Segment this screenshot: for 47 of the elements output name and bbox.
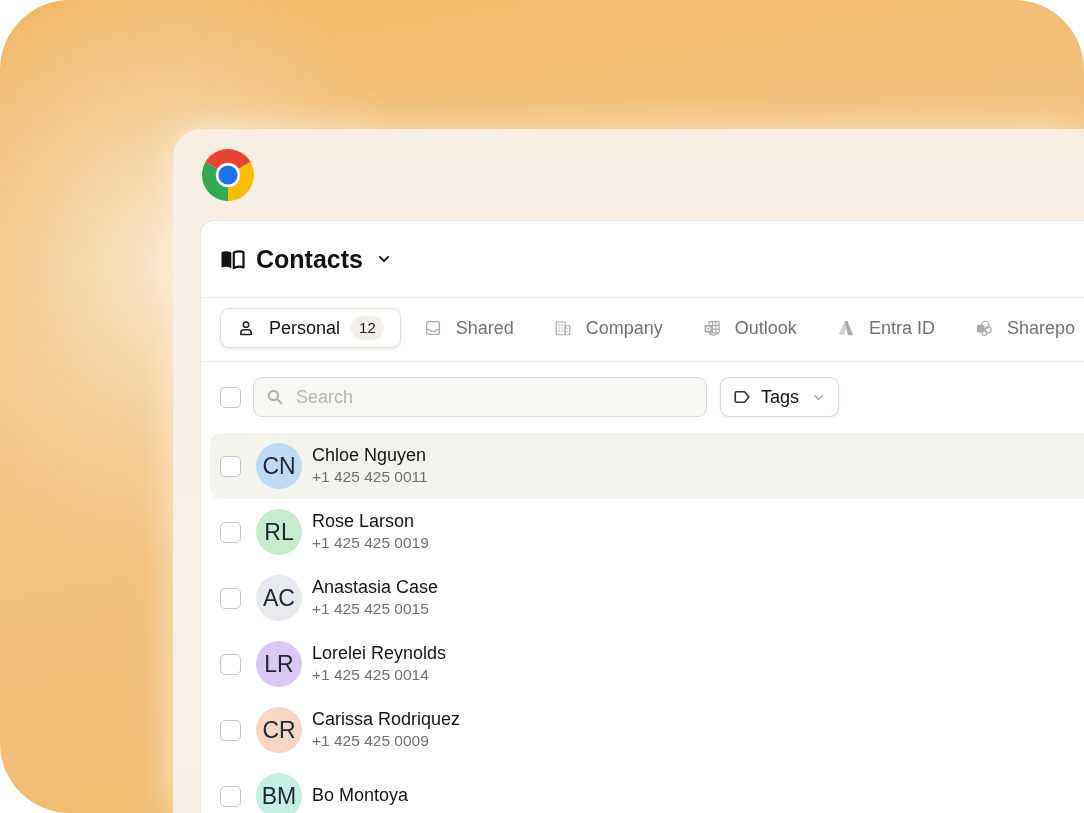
contact-name: Lorelei Reynolds <box>312 643 447 665</box>
count-badge: 12 <box>351 316 384 340</box>
contact-name: Bo Montoya <box>312 785 409 807</box>
contacts-dropdown[interactable]: Contacts <box>220 244 391 274</box>
contact-name: Carissa Rodriquez <box>312 709 461 731</box>
checkbox[interactable] <box>220 785 241 807</box>
avatar: AC <box>256 575 302 621</box>
building-icon <box>553 319 572 337</box>
checkbox[interactable] <box>220 521 241 543</box>
phone-number: +1 425 425 0014 <box>312 664 430 685</box>
person-icon <box>237 319 255 337</box>
search-icon <box>266 388 284 406</box>
contact-name: Anastasia Case <box>312 577 439 599</box>
avatar: CN <box>256 443 302 489</box>
tab[interactable]: Personal 12 <box>220 308 401 348</box>
checkbox[interactable] <box>220 587 241 609</box>
avatar: BM <box>256 773 302 813</box>
contact-row[interactable]: LR Lorelei Reynolds +1 425 425 0014 <box>210 631 1084 697</box>
tab[interactable]: Entra ID <box>819 308 952 348</box>
tab[interactable]: Sharepo <box>957 308 1084 348</box>
tab[interactable]: Outlook <box>685 308 814 348</box>
checkbox[interactable] <box>220 653 241 675</box>
tray-icon <box>423 319 442 337</box>
phone-number: +1 425 425 0015 <box>312 598 430 619</box>
avatar: RL <box>256 509 302 555</box>
contact-row[interactable]: RL Rose Larson +1 425 425 0019 <box>210 499 1084 565</box>
logo-icon <box>202 149 254 201</box>
tab[interactable]: Shared <box>406 308 531 348</box>
checkbox[interactable] <box>220 386 241 408</box>
contact-name: Chloe Nguyen <box>312 445 428 467</box>
tag-icon <box>733 388 751 406</box>
checkbox[interactable] <box>220 455 241 477</box>
book-icon <box>220 249 245 269</box>
circles-icon <box>974 319 993 337</box>
phone-number: +1 425 425 0009 <box>312 730 430 751</box>
grid-square-icon <box>702 319 721 337</box>
search-field[interactable]: Search <box>253 377 707 417</box>
phone-number: +1 425 425 0019 <box>312 532 429 553</box>
contact-row[interactable]: BM Bo Montoya <box>210 763 1084 813</box>
phone-number: +1 425 425 0011 <box>312 466 428 487</box>
contact-name: Rose Larson <box>312 511 416 533</box>
tags-dropdown[interactable]: Tags <box>720 377 840 417</box>
tab[interactable]: Company <box>536 308 680 348</box>
avatar: LR <box>256 641 302 687</box>
pyramid-icon <box>836 319 855 337</box>
avatar: CR <box>256 707 302 753</box>
checkbox[interactable] <box>220 719 241 741</box>
